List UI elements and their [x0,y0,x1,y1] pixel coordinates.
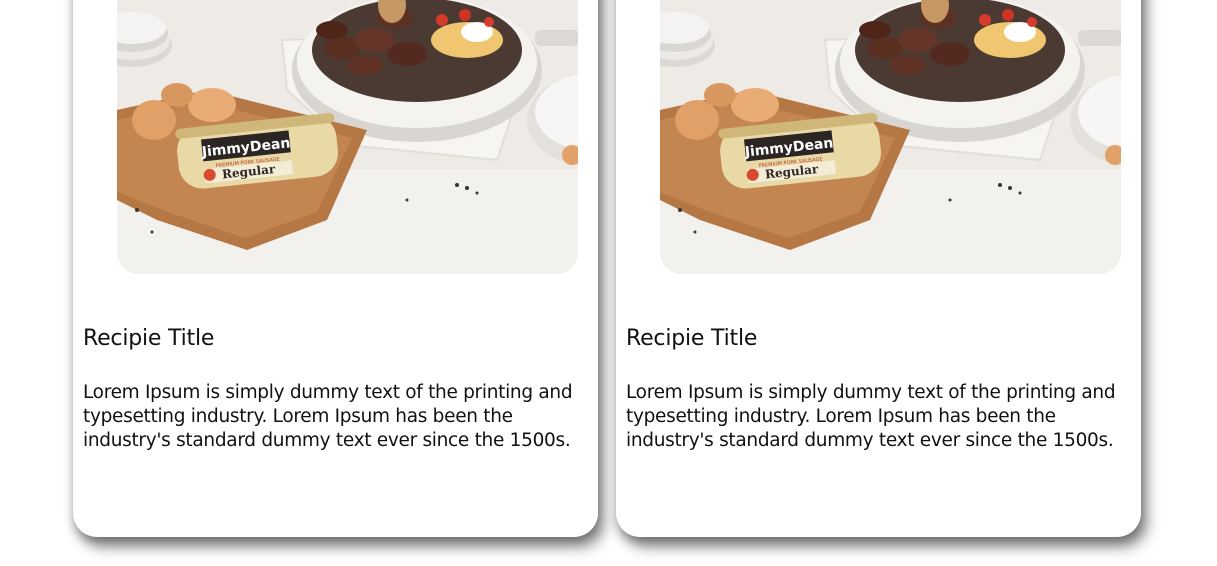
recipe-title: Recipie Title [626,326,758,351]
recipe-card-grid: JimmyDean PREMIUM PORK SAUSAGE Regular R… [0,0,1217,566]
recipe-photo-illustration: JimmyDean PREMIUM PORK SAUSAGE Regular [117,0,578,274]
recipe-image: JimmyDean PREMIUM PORK SAUSAGE Regular [660,0,1121,274]
recipe-description: Lorem Ipsum is simply dummy text of the … [626,382,1116,451]
recipe-description: Lorem Ipsum is simply dummy text of the … [83,382,573,451]
recipe-card[interactable]: JimmyDean PREMIUM PORK SAUSAGE Regular R… [616,0,1141,537]
recipe-image: JimmyDean PREMIUM PORK SAUSAGE Regular [117,0,578,274]
recipe-title: Recipie Title [83,326,215,351]
recipe-card[interactable]: JimmyDean PREMIUM PORK SAUSAGE Regular R… [73,0,598,537]
recipe-photo-illustration: JimmyDean PREMIUM PORK SAUSAGE Regular [660,0,1121,274]
